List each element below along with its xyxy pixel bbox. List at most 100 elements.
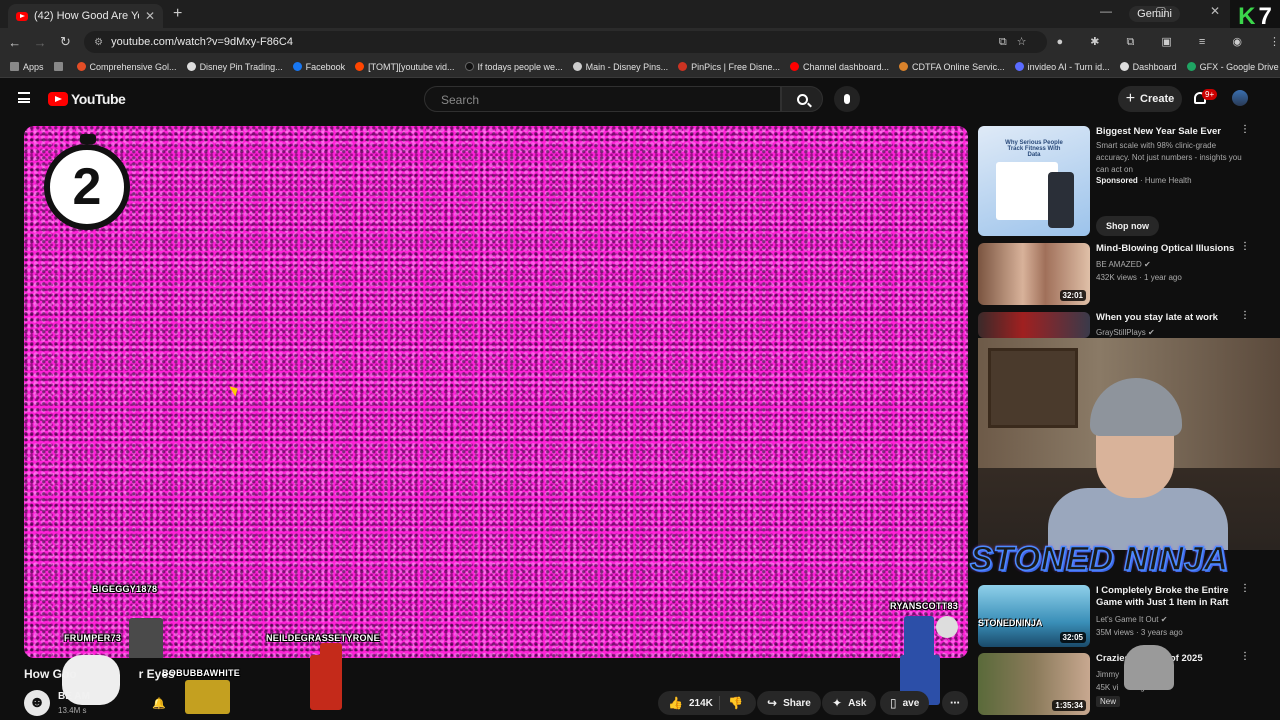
bookmark-item[interactable]: If todays people we... [464,62,563,72]
channel-name: Let's Game It Out ✔ [1096,614,1246,625]
recommended-video[interactable]: 32:05 I Completely Broke the Entire Game… [978,584,1268,647]
channel-name[interactable]: BE AM [58,691,90,702]
share-icon: ↪ [767,696,778,710]
video-meta: 432K views · 1 year ago [1096,273,1182,282]
account-avatar[interactable] [1232,90,1248,106]
plus-icon: + [1125,90,1136,107]
tab-close-icon[interactable]: ✕ [145,9,155,23]
video-meta: 35M views · 3 years ago [1096,628,1183,637]
bookmark-item[interactable]: PinPics | Free Disne... [678,62,780,72]
video-thumbnail[interactable]: 32:01 [978,243,1090,305]
menu-icon[interactable] [18,92,30,103]
video-thumbnail[interactable]: 1:35:34 [978,653,1090,715]
countdown-timer: 2 [44,134,130,230]
advertiser-name: · Hume Health [1140,176,1192,185]
bookmark-label: [TOMT][youtube vid... [368,61,455,72]
pixel-character-sprite [936,616,958,638]
video-thumbnail[interactable] [978,312,1090,338]
ad-title[interactable]: Biggest New Year Sale Ever [1096,126,1246,138]
reddit-icon [355,62,365,71]
video-title[interactable]: When you stay late at work [1096,312,1246,324]
more-options-icon[interactable]: ⋮ [1240,652,1250,666]
webcam-shelf [988,348,1078,428]
bookmark-favicon-icon [76,62,86,71]
ad-sponsor-line: Sponsored · Hume Health [1096,176,1192,185]
save-button[interactable]: ▯ ave [880,691,930,715]
bookmark-item[interactable]: Facebook [292,62,345,72]
dislike-button[interactable]: 👎 [720,696,749,710]
share-button[interactable]: ↪ Share [757,691,821,715]
more-options-icon[interactable]: ⋮ [1240,242,1250,256]
like-button[interactable]: 👍 214K [658,696,720,710]
bookmark-item[interactable]: CDTFA Online Servic... [899,62,1005,72]
channel-label: BE AMAZED [1096,260,1142,269]
bookmark-item[interactable]: Disney Pin Trading... [186,62,283,72]
youtube-header: YouTube Search + Create 9+ [0,78,1280,120]
ask-label: Ask [848,697,867,709]
back-icon[interactable]: ← [4,35,25,50]
forward-icon[interactable]: → [29,35,50,50]
recommended-video[interactable]: 32:01 Mind-Blowing Optical Illusions BE … [978,242,1268,305]
ad-thumbnail[interactable]: Why Serious People Track Fitness With Da… [978,126,1090,236]
streamer-webcam [978,338,1280,550]
url-text: youtube.com/watch?v=9dMxy-F86C4 [111,36,293,48]
extension-icons[interactable]: ● ✱ ⧉ ▣ ≡ ◉ ⋮ [1057,35,1280,49]
bookmark-item[interactable]: invideo AI - Turn id... [1014,61,1110,72]
video-player[interactable]: 2 BIGEGGY1878 FRUMPER73 NEILDEGRASSETYRO… [24,126,968,658]
channel-avatar[interactable]: ☻ [24,690,50,716]
url-bar[interactable]: ⚙ youtube.com/watch?v=9dMxy-F86C4 ⧉☆ [84,31,1047,53]
new-tab-button[interactable]: + [173,5,182,23]
more-options-icon[interactable]: ⋮ [1240,125,1250,139]
reload-icon[interactable]: ↻ [55,34,76,50]
pixel-character-sprite [904,616,934,658]
site-info-icon[interactable]: ⚙ [94,37,103,48]
grid-icon [53,62,63,71]
bookmark-item[interactable]: Comprehensive Gol... [76,62,177,72]
shop-now-button[interactable]: Shop now [1096,216,1159,236]
ask-button[interactable]: ✦ Ask [822,691,877,715]
pixel-character-sprite [310,655,342,710]
video-duration: 1:35:34 [1052,700,1086,711]
search-button[interactable] [781,86,823,112]
youtube-logo-text: YouTube [71,91,126,107]
video-thumbnail[interactable]: 32:05 [978,585,1090,647]
voice-search-button[interactable] [834,86,860,112]
more-options-icon[interactable]: ⋮ [1240,584,1250,598]
bookmark-label: Main - Disney Pins... [585,61,669,72]
bookmark-item[interactable]: GFX - Google Drive [1186,61,1279,72]
subscribe-bell-icon[interactable]: 🔔 [152,697,166,710]
more-actions-button[interactable]: ⋯ [942,691,968,715]
video-title[interactable]: I Completely Broke the Entire Game with … [1096,585,1246,609]
bookmark-label: Channel dashboard... [802,61,890,72]
video-title[interactable]: Mind-Blowing Optical Illusions [1096,243,1246,255]
pixel-character-sprite [185,680,230,714]
browser-tab-bar: (42) How Good Are Your Ey ✕ + Gemini — ▢… [0,0,1280,34]
video-meta-text: 45K vi [1096,683,1119,692]
youtube-favicon-icon [16,11,28,21]
browser-tab[interactable]: (42) How Good Are Your Ey ✕ [8,4,163,28]
sponsored-ad-card[interactable]: Why Serious People Track Fitness With Da… [978,125,1268,238]
like-dislike-group: 👍 214K 👎 [658,691,756,715]
bookmark-apps[interactable]: Apps [10,62,44,72]
create-button[interactable]: + Create [1118,86,1182,112]
recommended-video[interactable]: 1:35:34 Craziest nts of 2025 Jimmy 45K vi… [978,652,1268,715]
window-controls[interactable]: — ▢ ✕ [1100,4,1240,18]
bookmark-item[interactable]: Dashboard [1119,62,1177,72]
bookmark-item[interactable]: Channel dashboard... [789,61,890,72]
youtube-icon [789,62,799,71]
recommended-video[interactable]: When you stay late at work GrayStillPlay… [978,311,1268,338]
more-options-icon[interactable]: ⋮ [1240,311,1250,325]
bookmark-item[interactable]: Main - Disney Pins... [572,61,669,72]
bookmark-label: GFX - Google Drive [1199,61,1279,72]
channel-name: GrayStillPlays ✔ [1096,327,1246,338]
overlay-chat-name: FRUMPER73 [64,633,122,643]
bookmark-grid[interactable] [53,62,67,71]
bookmark-star-icon[interactable]: ⧉☆ [999,35,1037,49]
search-input[interactable]: Search [424,86,781,112]
video-title-text: How Goo [24,667,77,681]
facebook-icon [292,62,302,71]
youtube-logo[interactable]: YouTube [48,91,126,107]
bookmark-item[interactable]: [TOMT][youtube vid... [355,61,455,72]
bookmark-label: invideo AI - Turn id... [1027,61,1110,72]
tab-title: (42) How Good Are Your Ey [34,10,139,22]
